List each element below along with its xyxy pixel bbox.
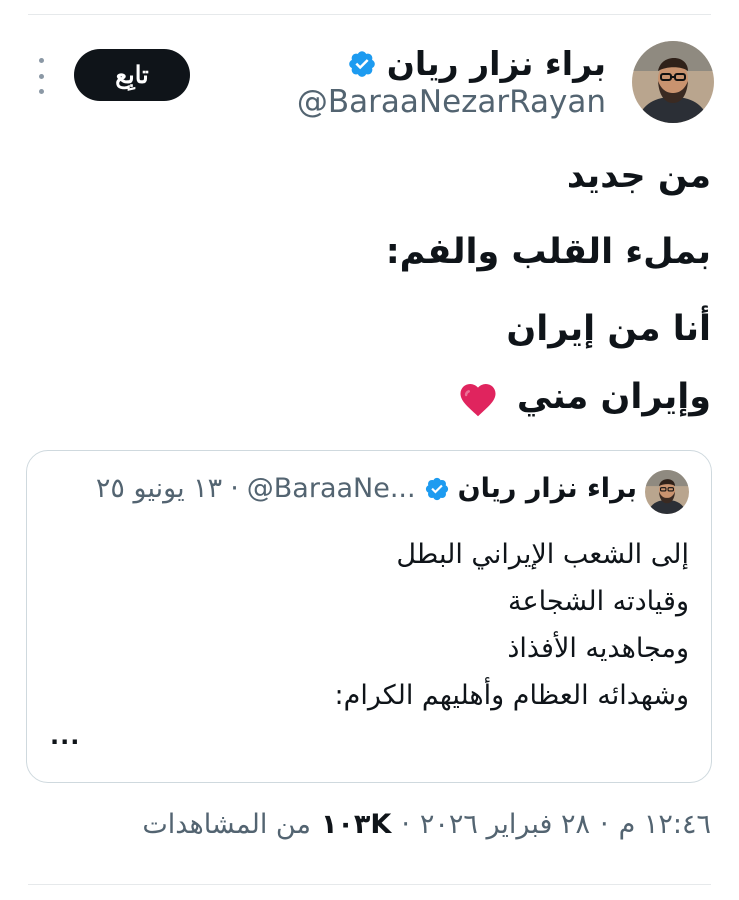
quoted-separator: · <box>230 473 239 504</box>
verified-badge-icon[interactable] <box>347 48 377 78</box>
top-divider <box>28 14 711 15</box>
author-handle[interactable]: @BaraaNezarRayan <box>297 84 606 120</box>
quoted-date[interactable]: ١٣ يونيو ٢٥ <box>96 473 222 504</box>
author-name[interactable]: براء نزار ريان <box>387 44 606 83</box>
tweet-line-4: وإيران مني <box>516 377 711 417</box>
tweet-line-3: أنا من إيران <box>506 309 711 349</box>
tweet-time[interactable]: ١٢:٤٦ م <box>619 809 711 840</box>
meta-separator-2: · <box>401 809 410 840</box>
bottom-divider <box>28 884 711 885</box>
tweet-meta: ١٢:٤٦ م · ٢٨ فبراير ٢٠٢٦ · ١٠٣K من المشا… <box>142 809 711 840</box>
author-name-row[interactable]: براء نزار ريان <box>347 40 606 86</box>
red-heart-icon <box>457 378 499 418</box>
quoted-line-3: ومجاهديه الأفذاذ <box>507 633 689 664</box>
quoted-author-avatar[interactable] <box>645 470 689 514</box>
tweet-line-1: من جديد <box>566 156 711 196</box>
views-count: ١٠٣K <box>320 809 392 840</box>
quoted-ellipsis: ... <box>50 722 81 750</box>
quoted-line-4: وشهدائه العظام وأهليهم الكرام: <box>334 680 690 711</box>
views-label: من المشاهدات <box>142 809 311 840</box>
quoted-verified-badge-icon <box>424 476 450 502</box>
quoted-header: براء نزار ريان @BaraaNe... · ١٣ يونيو ٢٥ <box>96 473 637 504</box>
more-options-icon[interactable] <box>30 58 52 94</box>
tweet-date[interactable]: ٢٨ فبراير ٢٠٢٦ <box>420 809 590 840</box>
tweet-line-2: بملء القلب والفم: <box>385 232 711 272</box>
meta-separator-1: · <box>599 809 609 840</box>
follow-button[interactable]: تابِع <box>74 49 190 101</box>
tweet-line-4-row: وإيران مني <box>457 373 711 421</box>
quoted-line-2: وقيادته الشجاعة <box>508 586 689 617</box>
quoted-line-1: إلى الشعب الإيراني البطل <box>396 539 689 570</box>
author-avatar[interactable] <box>632 41 714 123</box>
quoted-author-handle[interactable]: @BaraaNe... <box>247 473 416 504</box>
quoted-author-name[interactable]: براء نزار ريان <box>458 473 637 504</box>
